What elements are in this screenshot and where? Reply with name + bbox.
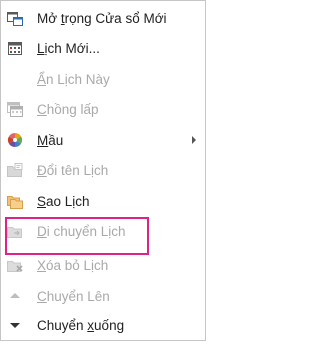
menu-item-move-down[interactable]: Chuyển xuống: [1, 310, 205, 340]
menu-item-copy-calendar[interactable]: Sao Lịch: [1, 186, 205, 216]
menu-item-color[interactable]: Mầu: [1, 125, 205, 155]
menu-item-label: Đổi tên Lịch: [37, 162, 109, 178]
move-folder-icon: [6, 222, 24, 240]
menu-item-label: Sao Lịch: [37, 193, 90, 209]
menu-item-move-up[interactable]: Chuyển Lên: [1, 281, 205, 311]
menu-item-label: Mầu: [37, 132, 64, 148]
menu-item-label: Xóa bỏ Lịch: [37, 257, 109, 273]
menu-item-label: Mở trọng Cửa sổ Mới: [37, 10, 167, 26]
new-calendar-icon: [6, 39, 24, 57]
copy-folder-icon: [6, 192, 24, 210]
color-wheel-icon: [6, 131, 24, 149]
menu-item-label: Ẩn Lịch Này: [37, 71, 110, 87]
menu-item-label: Chồng lấp: [37, 101, 99, 117]
rename-folder-icon: [6, 161, 24, 179]
triangle-down-icon: [6, 316, 24, 334]
menu-item-label: Chuyển Lên: [37, 288, 110, 304]
delete-folder-icon: [6, 256, 24, 274]
triangle-up-icon: [6, 287, 24, 305]
menu-item-rename-calendar[interactable]: Đổi tên Lịch: [1, 155, 205, 185]
menu-item-new-calendar[interactable]: Lịch Mới...: [1, 33, 205, 63]
overlay-icon: [6, 100, 24, 118]
menu-item-label: Di chuyển Lịch: [37, 223, 126, 239]
calendar-context-menu: Mở trọng Cửa sổ Mới Lịch Mới... Ẩn Lịch …: [0, 0, 206, 341]
menu-item-open-new-window[interactable]: Mở trọng Cửa sổ Mới: [1, 3, 205, 33]
menu-item-delete-calendar[interactable]: Xóa bỏ Lịch: [1, 250, 205, 280]
submenu-arrow-icon: [192, 136, 196, 144]
menu-item-label: Lịch Mới...: [37, 40, 100, 56]
menu-item-move-calendar[interactable]: Di chuyển Lịch: [1, 216, 205, 246]
menu-item-hide-calendar[interactable]: Ẩn Lịch Này: [1, 64, 205, 94]
menu-item-label: Chuyển xuống: [37, 317, 125, 333]
menu-item-overlay[interactable]: Chồng lấp: [1, 94, 205, 124]
new-window-icon: [6, 9, 24, 27]
